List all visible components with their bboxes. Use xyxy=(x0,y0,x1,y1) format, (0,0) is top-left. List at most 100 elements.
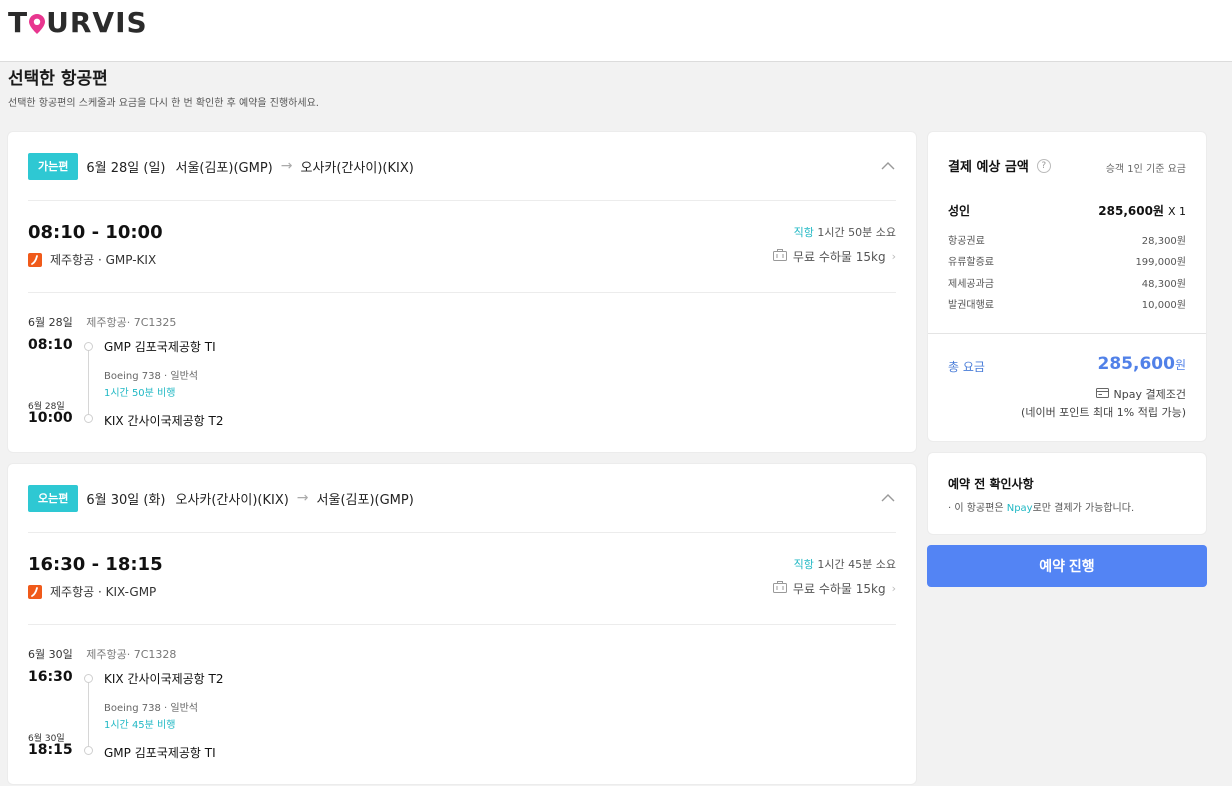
location-pin-icon xyxy=(29,12,46,34)
price-line-value: 28,300원 xyxy=(1141,236,1186,247)
help-icon[interactable]: ? xyxy=(1036,158,1051,173)
flight-card-header: 가는편 6월 28일 (일) 서울(김포)(GMP) → 오사카(간사이)(KI… xyxy=(28,152,896,180)
destination: 오사카(간사이)(KIX) xyxy=(300,160,414,176)
notice-text: · 이 항공편은 Npay로만 결제가 가능합니다. xyxy=(948,499,1134,514)
origin: 서울(김포)(GMP) xyxy=(175,160,273,176)
price-line-label: 제세공과금 xyxy=(948,279,994,290)
price-line: 유류할증료 199,000원 xyxy=(948,253,1186,268)
arrival-time: 18:15 xyxy=(28,742,73,758)
flight-times: 16:30 - 18:15 xyxy=(28,554,163,575)
outbound-flight-card: 가는편 6월 28일 (일) 서울(김포)(GMP) → 오사카(간사이)(KI… xyxy=(8,132,916,452)
flight-number: 제주항공· 7C1328 xyxy=(86,648,177,661)
total-price: 285,600원 xyxy=(1098,354,1186,374)
duration-label: 1시간 50분 소요 xyxy=(817,226,896,239)
price-title: 결제 예상 금액 ? xyxy=(948,156,1051,175)
direction-badge: 오는편 xyxy=(28,484,79,512)
departure-airport: KIX 간사이국제공항 T2 xyxy=(104,672,224,686)
flight-date: 6월 28일 (일) xyxy=(86,160,166,176)
arrival-time: 10:00 xyxy=(28,410,73,426)
booking-notice-card: 예약 전 확인사항 · 이 항공편은 Npay로만 결제가 가능합니다. xyxy=(928,453,1206,534)
chevron-up-icon[interactable] xyxy=(880,490,896,506)
baggage-info[interactable]: 무료 수하물 15kg › xyxy=(772,248,896,265)
price-title-text: 결제 예상 금액 xyxy=(948,160,1029,175)
notice-title: 예약 전 확인사항 xyxy=(948,477,1034,491)
page-title: 선택한 항공편 xyxy=(8,69,108,89)
timeline-dot xyxy=(84,674,93,683)
divider xyxy=(928,333,1206,334)
npay-condition: Npay 결제조건 xyxy=(1095,386,1186,402)
aircraft-class: Boeing 738 · 일반석 xyxy=(104,371,198,382)
jeju-air-logo-icon xyxy=(28,584,42,599)
price-line: 발권대행료 10,000원 xyxy=(948,296,1186,311)
origin: 오사카(간사이)(KIX) xyxy=(175,492,289,508)
divider xyxy=(28,292,896,293)
airline-route: 제주항공 · KIX-GMP xyxy=(28,583,156,600)
timeline-line xyxy=(88,678,89,748)
arrival-airport: GMP 김포국제공항 TI xyxy=(104,746,216,760)
price-line-label: 항공권료 xyxy=(948,236,985,247)
aircraft-class: Boeing 738 · 일반석 xyxy=(104,703,198,714)
direct-label: 직항 xyxy=(793,558,814,571)
adult-label: 성인 xyxy=(948,204,971,218)
baggage-info[interactable]: 무료 수하물 15kg › xyxy=(772,580,896,597)
arrow-right-icon: → xyxy=(296,490,309,506)
divider xyxy=(28,624,896,625)
adult-price: 285,600원 X 1 xyxy=(1098,202,1186,219)
divider xyxy=(28,532,896,533)
timeline-dot xyxy=(84,746,93,755)
credit-card-icon xyxy=(1095,387,1109,401)
divider xyxy=(28,200,896,201)
luggage-icon xyxy=(772,248,788,265)
baggage-text: 무료 수하물 15kg xyxy=(792,250,886,264)
departure-airport: GMP 김포국제공항 TI xyxy=(104,340,216,354)
arrival-airport: KIX 간사이국제공항 T2 xyxy=(104,414,224,428)
timeline-line xyxy=(88,346,89,416)
flight-date: 6월 30일 (화) xyxy=(86,492,166,508)
proceed-booking-button[interactable]: 예약 진행 xyxy=(927,545,1207,587)
total-price-value: 285,600 xyxy=(1097,354,1175,374)
flight-duration-summary: 직항 1시간 50분 소요 xyxy=(794,224,896,240)
total-label: 총 요금 xyxy=(948,360,985,374)
destination: 서울(김포)(GMP) xyxy=(316,492,414,508)
airline-route-text: 제주항공 · GMP-KIX xyxy=(50,253,157,267)
page-subtitle: 선택한 항공편의 스케줄과 요금을 다시 한 번 확인한 후 예약을 진행하세요… xyxy=(8,98,319,109)
price-line: 제세공과금 48,300원 xyxy=(948,275,1186,290)
departure-time: 16:30 xyxy=(28,669,73,685)
jeju-air-logo-icon xyxy=(28,252,42,267)
adult-price-value: 285,600원 xyxy=(1098,204,1164,218)
flight-duration: 1시간 50분 비행 xyxy=(104,388,176,399)
flight-card-header: 오는편 6월 30일 (화) 오사카(간사이)(KIX) → 서울(김포)(GM… xyxy=(28,484,896,512)
airline-route: 제주항공 · GMP-KIX xyxy=(28,251,156,268)
luggage-icon xyxy=(772,580,788,597)
notice-text-before: · 이 항공편은 xyxy=(948,503,1007,514)
tourvis-logo[interactable]: T URVIS xyxy=(8,5,148,39)
segment-header: 6월 30일 제주항공· 7C1328 xyxy=(28,646,176,662)
price-line-value: 10,000원 xyxy=(1141,300,1186,311)
logo-text-left: T xyxy=(8,5,29,39)
flight-duration-summary: 직항 1시간 45분 소요 xyxy=(794,556,896,572)
segment-date: 6월 30일 xyxy=(28,648,73,661)
price-line-value: 48,300원 xyxy=(1141,279,1186,290)
currency-unit: 원 xyxy=(1174,358,1186,372)
flight-number: 제주항공· 7C1325 xyxy=(86,316,177,329)
segment-header: 6월 28일 제주항공· 7C1325 xyxy=(28,314,176,330)
npay-note: (네이버 포인트 최대 1% 적립 가능) xyxy=(1021,406,1186,419)
chevron-right-icon: › xyxy=(891,582,896,595)
price-line: 항공권료 28,300원 xyxy=(948,232,1186,247)
flight-duration: 1시간 45분 비행 xyxy=(104,720,176,731)
flight-times: 08:10 - 10:00 xyxy=(28,222,163,243)
price-basis: 승객 1인 기준 요금 xyxy=(1105,164,1186,175)
duration-label: 1시간 45분 소요 xyxy=(817,558,896,571)
price-line-label: 발권대행료 xyxy=(948,300,994,311)
segment-date: 6월 28일 xyxy=(28,316,73,329)
chevron-up-icon[interactable] xyxy=(880,158,896,174)
return-flight-card: 오는편 6월 30일 (화) 오사카(간사이)(KIX) → 서울(김포)(GM… xyxy=(8,464,916,784)
baggage-text: 무료 수하물 15kg xyxy=(792,582,886,596)
price-line-label: 유류할증료 xyxy=(948,257,994,268)
price-summary-card: 결제 예상 금액 ? 승객 1인 기준 요금 성인 285,600원 X 1 항공… xyxy=(928,132,1206,441)
chevron-right-icon: › xyxy=(891,250,896,263)
timeline-dot xyxy=(84,414,93,423)
npay-label: Npay 결제조건 xyxy=(1113,388,1186,401)
departure-time: 08:10 xyxy=(28,337,73,353)
npay-highlight: Npay xyxy=(1006,503,1033,514)
